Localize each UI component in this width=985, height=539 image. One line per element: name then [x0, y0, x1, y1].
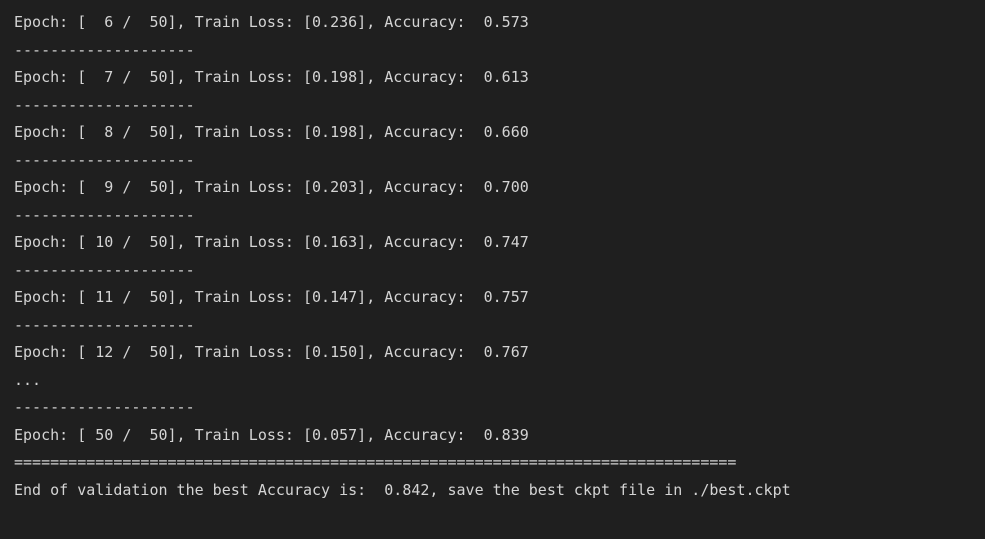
output-line-epoch-50: Epoch: [ 50 / 50], Train Loss: [0.057], … [14, 426, 529, 444]
output-line-ellipsis: ... [14, 371, 42, 389]
output-line-best-accuracy-summary: End of validation the best Accuracy is: … [14, 481, 791, 499]
output-line-epoch-8: Epoch: [ 8 / 50], Train Loss: [0.198], A… [14, 123, 529, 141]
output-line-epoch-7: Epoch: [ 7 / 50], Train Loss: [0.198], A… [14, 68, 529, 86]
output-line-double-separator: ========================================… [14, 453, 737, 471]
output-line-separator: -------------------- [14, 206, 195, 224]
output-line-epoch-10: Epoch: [ 10 / 50], Train Loss: [0.163], … [14, 233, 529, 251]
output-line-separator: -------------------- [14, 261, 195, 279]
cell-output: Epoch: [ 6 / 50], Train Loss: [0.236], A… [0, 0, 985, 539]
output-line-separator: -------------------- [14, 316, 195, 334]
output-line-epoch-11: Epoch: [ 11 / 50], Train Loss: [0.147], … [14, 288, 529, 306]
output-line-epoch-6: Epoch: [ 6 / 50], Train Loss: [0.236], A… [14, 13, 529, 31]
output-line-separator: -------------------- [14, 41, 195, 59]
output-line-separator: -------------------- [14, 96, 195, 114]
output-line-separator: -------------------- [14, 151, 195, 169]
output-line-epoch-9: Epoch: [ 9 / 50], Train Loss: [0.203], A… [14, 178, 529, 196]
output-line-separator: -------------------- [14, 398, 195, 416]
output-line-epoch-12: Epoch: [ 12 / 50], Train Loss: [0.150], … [14, 343, 529, 361]
